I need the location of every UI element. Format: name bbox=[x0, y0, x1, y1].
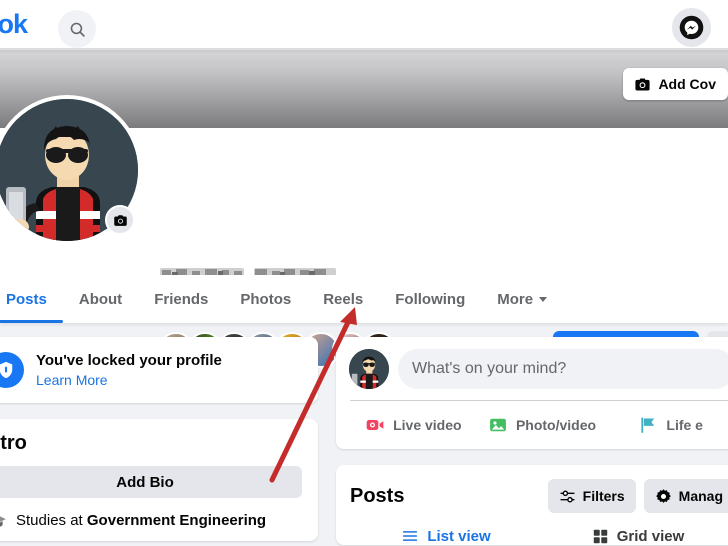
tab-friends[interactable]: Friends bbox=[138, 275, 224, 323]
live-video-button[interactable]: Live video bbox=[349, 415, 478, 435]
live-video-icon bbox=[366, 420, 384, 430]
graduation-cap-icon bbox=[0, 515, 6, 527]
left-column: You've locked your profile Learn More nt… bbox=[0, 337, 318, 546]
tab-about[interactable]: About bbox=[63, 275, 138, 323]
photo-video-button[interactable]: Photo/video bbox=[478, 415, 607, 435]
intro-education-text: Studies at Government Engineering bbox=[16, 511, 266, 531]
top-navigation-bar: ook bbox=[0, 0, 728, 48]
education-place[interactable]: Government Engineering bbox=[87, 512, 266, 529]
facebook-profile-page: ook Add Cov bbox=[0, 0, 728, 546]
change-profile-photo-button[interactable] bbox=[105, 205, 135, 235]
main-column: What's on your mind? Live video Photo/vi… bbox=[336, 337, 728, 546]
add-cover-photo-label: Add Cov bbox=[658, 76, 716, 92]
profile-header: 93 friends Add to Story bbox=[0, 95, 728, 368]
tab-photos-label: Photos bbox=[240, 290, 292, 308]
intro-card: ntro Add Bio Studies at Government Engin… bbox=[0, 419, 318, 541]
shield-lock-glyph bbox=[0, 361, 13, 379]
tab-about-label: About bbox=[78, 290, 123, 308]
tab-following-label: Following bbox=[395, 290, 466, 308]
tab-reels[interactable]: Reels bbox=[307, 275, 379, 323]
list-icon bbox=[403, 531, 418, 541]
composer-action-row: Live video Photo/video Life e bbox=[349, 401, 728, 449]
list-view-label: List view bbox=[427, 527, 491, 545]
locked-profile-card: You've locked your profile Learn More bbox=[0, 337, 318, 403]
composer-avatar[interactable] bbox=[349, 349, 389, 389]
post-view-toggle-row: List view Grid view bbox=[350, 527, 728, 545]
avatar-illustration bbox=[349, 349, 389, 389]
camera-icon bbox=[113, 214, 127, 226]
tab-posts[interactable]: Posts bbox=[0, 275, 63, 323]
photo-video-label: Photo/video bbox=[515, 417, 597, 433]
life-event-label: Life e bbox=[666, 417, 703, 433]
tab-friends-label: Friends bbox=[154, 290, 209, 308]
intro-heading: ntro bbox=[0, 432, 27, 454]
post-composer-placeholder: What's on your mind? bbox=[412, 360, 567, 377]
messenger-button[interactable] bbox=[672, 8, 711, 47]
posts-heading: Posts bbox=[350, 484, 405, 507]
grid-view-label: Grid view bbox=[616, 527, 685, 545]
locked-profile-title: You've locked your profile bbox=[36, 352, 222, 369]
post-composer-input[interactable]: What's on your mind? bbox=[398, 349, 728, 389]
life-event-icon bbox=[641, 417, 655, 433]
grid-icon bbox=[593, 529, 607, 543]
topbar-shadow bbox=[0, 48, 728, 54]
list-view-toggle[interactable]: List view bbox=[350, 527, 542, 545]
profile-tabs: Posts About Friends Photos Reels Followi… bbox=[0, 275, 563, 323]
post-composer-card: What's on your mind? Live video Photo/vi… bbox=[336, 337, 728, 449]
live-video-label: Live video bbox=[393, 417, 462, 433]
locked-profile-text: You've locked your profile Learn More bbox=[36, 351, 222, 389]
manage-posts-label: Manag bbox=[678, 488, 723, 504]
tab-more-label: More bbox=[497, 290, 534, 308]
chevron-down-icon bbox=[539, 296, 548, 302]
search-button[interactable] bbox=[58, 10, 96, 48]
tab-reels-label: Reels bbox=[323, 290, 364, 308]
manage-posts-button[interactable]: Manag bbox=[643, 479, 728, 513]
filters-label: Filters bbox=[582, 488, 625, 504]
intro-education-row: Studies at Government Engineering bbox=[0, 511, 302, 531]
posts-card: Posts Filters Manag List view Grid view bbox=[336, 465, 728, 545]
gear-icon bbox=[655, 488, 671, 503]
facebook-logo[interactable]: ook bbox=[0, 8, 28, 40]
tab-posts-label: Posts bbox=[6, 290, 47, 308]
composer-top-row: What's on your mind? bbox=[349, 349, 728, 389]
shield-lock-icon bbox=[0, 352, 24, 388]
tab-following[interactable]: Following bbox=[379, 275, 481, 323]
grid-view-toggle[interactable]: Grid view bbox=[542, 528, 728, 545]
add-bio-button[interactable]: Add Bio bbox=[0, 466, 302, 498]
search-icon bbox=[70, 22, 85, 37]
learn-more-link[interactable]: Learn More bbox=[36, 371, 222, 389]
posts-header-row: Posts Filters Manag bbox=[350, 479, 728, 513]
photo-video-icon bbox=[490, 418, 506, 432]
camera-icon bbox=[635, 77, 651, 91]
tab-more[interactable]: More bbox=[481, 275, 563, 323]
messenger-icon bbox=[679, 15, 704, 40]
tab-photos[interactable]: Photos bbox=[224, 275, 307, 323]
add-cover-photo-button[interactable]: Add Cov bbox=[623, 68, 728, 100]
profile-content: You've locked your profile Learn More nt… bbox=[0, 323, 728, 546]
sliders-icon bbox=[560, 490, 575, 502]
profile-avatar[interactable] bbox=[0, 95, 142, 245]
filters-button[interactable]: Filters bbox=[547, 479, 636, 513]
life-event-button[interactable]: Life e bbox=[606, 415, 728, 435]
add-bio-label: Add Bio bbox=[116, 473, 174, 491]
education-prefix: Studies at bbox=[16, 512, 87, 529]
profile-tabs-bar: Posts About Friends Photos Reels Followi… bbox=[0, 275, 728, 323]
